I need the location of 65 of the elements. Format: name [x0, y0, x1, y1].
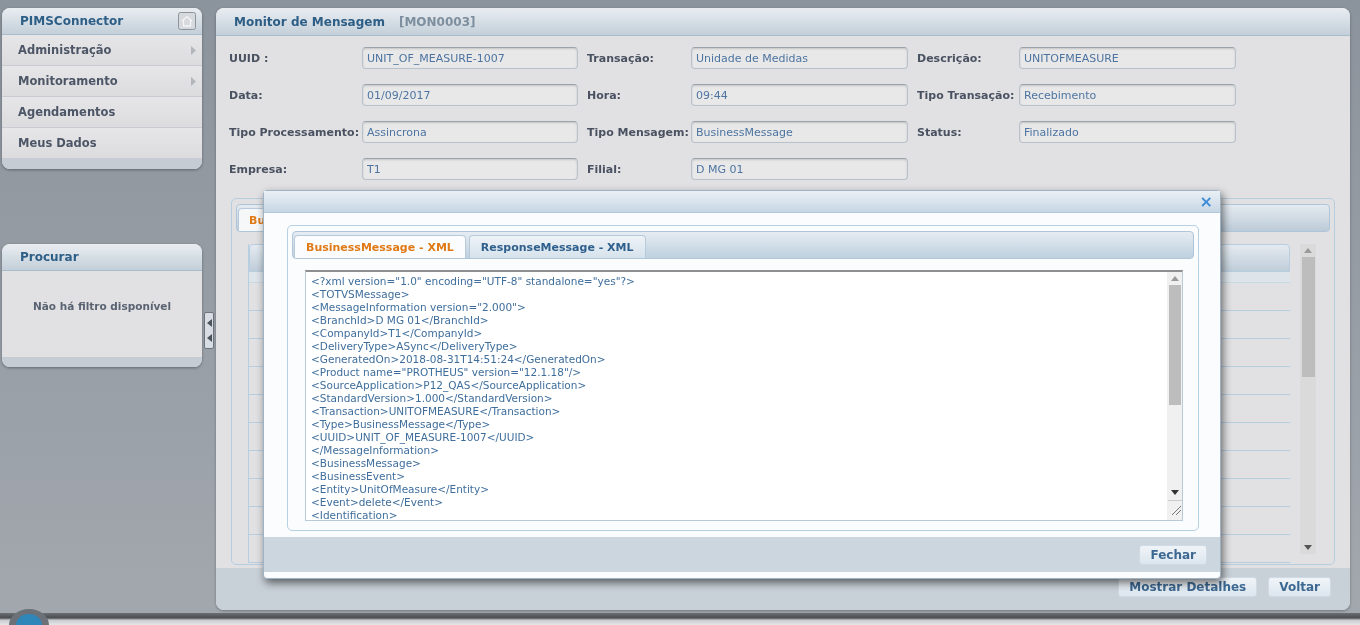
field-label: Tipo Processamento:: [229, 125, 361, 139]
close-dialog-button[interactable]: Fechar: [1139, 544, 1207, 565]
text-field[interactable]: Assincrona: [362, 121, 578, 143]
tab[interactable]: ResponseMessage - XML: [468, 235, 646, 258]
scrollbar[interactable]: [1300, 244, 1316, 554]
code-line: <TOTVSMessage>: [311, 288, 411, 301]
field-label: UUID :: [229, 51, 270, 65]
menu-item[interactable]: Administração: [2, 35, 202, 66]
text-field[interactable]: T1: [362, 158, 578, 180]
arrow-down-icon[interactable]: [1304, 545, 1312, 550]
text-field[interactable]: UNITOFMEASURE: [1019, 47, 1236, 69]
start-orb-icon[interactable]: [8, 607, 50, 625]
code-line: <CompanyId>T1</CompanyId>: [311, 327, 484, 340]
arrow-up-icon[interactable]: [1304, 248, 1312, 253]
code-line: <DeliveryType>ASync</DeliveryType>: [311, 340, 519, 353]
field-label: Empresa:: [229, 162, 289, 176]
code-line: <SourceApplication>P12_QAS</SourceApplication>: [311, 379, 588, 392]
menu-item[interactable]: Monitoramento: [2, 66, 202, 97]
menu-item[interactable]: Agendamentos: [2, 97, 202, 128]
code-line: <GeneratedOn>2018-08-31T14:51:24</GeneratedOn>: [311, 353, 607, 366]
text-field[interactable]: D MG 01: [691, 158, 908, 180]
field-label: Transação:: [587, 51, 655, 65]
tab[interactable]: BusinessMessage - XML: [294, 235, 466, 258]
text-field[interactable]: Unidade de Medidas: [691, 47, 908, 69]
code-line: <StandardVersion>1.000</StandardVersion>: [311, 392, 554, 405]
action-button[interactable]: Mostrar Detalhes: [1118, 577, 1258, 597]
text-field[interactable]: Finalizado: [1019, 121, 1236, 143]
home-icon[interactable]: [178, 12, 196, 30]
text-field[interactable]: UNIT_OF_MEASURE-1007: [362, 47, 578, 69]
code-line: <BusinessEvent>: [311, 470, 406, 483]
field-label: Descrição:: [917, 51, 983, 65]
code-line: <UUID>UNIT_OF_MEASURE-1007</UUID>: [311, 431, 536, 444]
action-button[interactable]: Voltar: [1268, 577, 1331, 597]
code-line: <Event>delete</Event>: [311, 496, 444, 509]
arrow-down-icon[interactable]: [1170, 490, 1179, 495]
code-line: <Identification>: [311, 509, 399, 520]
screen-code: [MON0003]: [398, 14, 476, 29]
collapse-handle[interactable]: [204, 312, 214, 349]
panel-title: Procurar: [20, 250, 79, 264]
field-label: Hora:: [587, 88, 622, 102]
arrow-up-icon[interactable]: [1170, 276, 1179, 281]
code-line: <MessageInformation version="2.000">: [311, 301, 527, 314]
code-line: <BusinessMessage>: [311, 457, 422, 470]
text-field[interactable]: 01/09/2017: [362, 84, 578, 106]
field-label: Tipo Transação:: [917, 88, 1016, 102]
field-label: Status:: [917, 125, 963, 139]
code-line: <BranchId>D MG 01</BranchId>: [311, 314, 490, 327]
field-label: Filial:: [587, 162, 623, 176]
page-title: Monitor de Mensagem: [234, 14, 385, 29]
field-label: Data:: [229, 88, 264, 102]
menu-item[interactable]: Meus Dados: [2, 128, 202, 159]
text-field[interactable]: BusinessMessage: [691, 121, 908, 143]
code-line: <Type>BusinessMessage</Type>: [311, 418, 492, 431]
text-field[interactable]: 09:44: [691, 84, 908, 106]
code-line: <Entity>UnitOfMeasure</Entity>: [311, 483, 490, 496]
text-field[interactable]: Recebimento: [1019, 84, 1236, 106]
code-line: <Product name="PROTHEUS" version="12.1.18"/>: [311, 366, 583, 379]
code-line: <?xml version="1.0" encoding="UTF-8" standalone="yes"?>: [311, 275, 636, 288]
app-title: PIMSConnector: [20, 14, 124, 28]
code-line: </MessageInformation>: [311, 444, 440, 457]
close-button[interactable]: ×: [1199, 193, 1213, 210]
field-label: Tipo Mensagem:: [587, 125, 690, 139]
empty-message: Não há filtro disponível: [32, 300, 172, 312]
code-line: <Transaction>UNITOFMEASURE</Transaction>: [311, 405, 562, 418]
scrollbar[interactable]: [1167, 272, 1182, 520]
